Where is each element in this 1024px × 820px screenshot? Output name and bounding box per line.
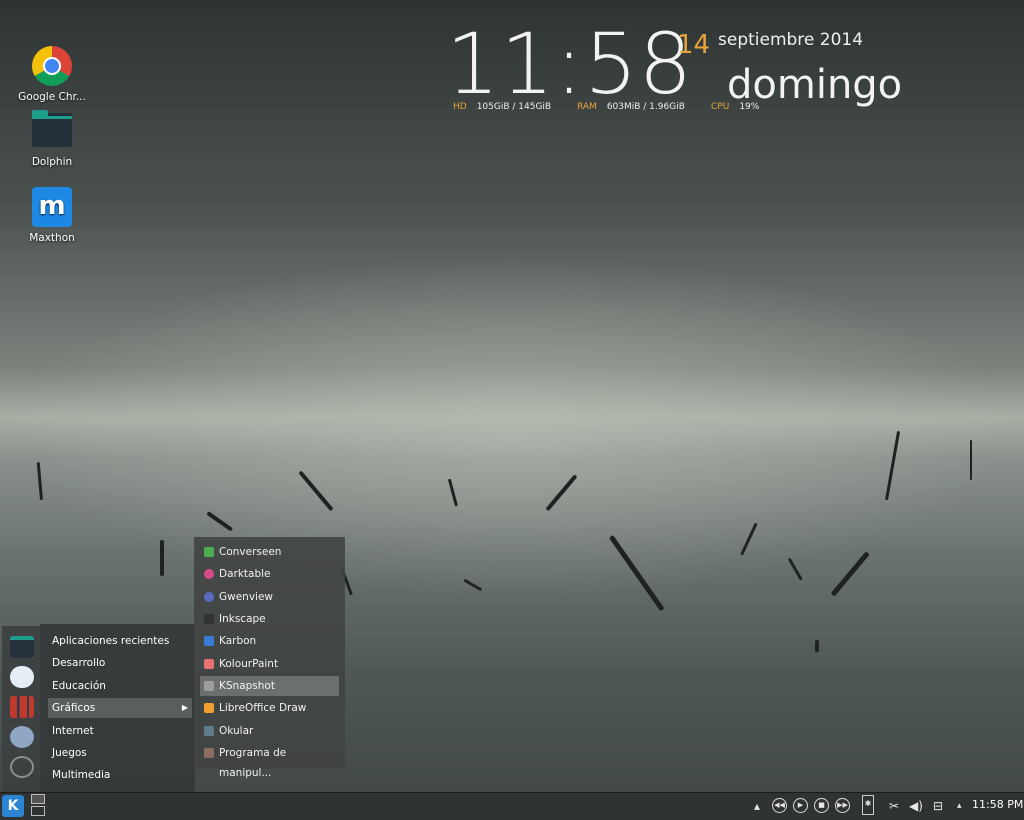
submenu-item[interactable]: Karbon	[200, 631, 339, 651]
menu-category-education[interactable]: Educación	[48, 676, 192, 696]
inkscape-icon	[204, 614, 214, 624]
folder-icon	[32, 110, 72, 147]
menu-category-label: Internet	[52, 725, 94, 737]
cpu-value: 19%	[739, 102, 760, 112]
hd-label: HD	[453, 102, 467, 112]
gwenview-icon	[204, 592, 214, 602]
next-track-icon[interactable]: ▶▶	[835, 798, 850, 813]
menu-category-multimedia[interactable]: Multimedia	[48, 765, 192, 785]
ram-label: RAM	[577, 102, 597, 112]
okular-icon	[204, 726, 214, 736]
darktable-icon	[204, 569, 214, 579]
chrome-icon	[32, 46, 72, 86]
kolourpaint-icon	[204, 659, 214, 669]
menu-category-label: Educación	[52, 680, 106, 692]
menu-category-recent[interactable]: Aplicaciones recientes	[48, 631, 192, 651]
menu-category-development[interactable]: Desarrollo	[48, 653, 192, 673]
menu-category-graphics[interactable]: Gráficos ▶	[48, 698, 192, 718]
maxthon-icon: m	[32, 187, 72, 227]
cpu-label: CPU	[711, 102, 730, 112]
desktop-icon-label: Maxthon	[29, 232, 75, 244]
ksnapshot-icon	[204, 681, 214, 691]
submenu-item[interactable]: Programa de manipul...	[200, 743, 339, 779]
menu-category-label: Multimedia	[52, 769, 111, 781]
books-icon[interactable]	[10, 696, 34, 718]
menu-category-label: Juegos	[52, 747, 87, 759]
submenu-item[interactable]: KolourPaint	[200, 654, 339, 674]
network-icon[interactable]: ⊟	[933, 798, 943, 814]
chevron-right-icon: ▶	[181, 703, 188, 712]
menu-category-label: Desarrollo	[52, 657, 106, 669]
stop-icon[interactable]: ■	[814, 798, 829, 813]
submenu-item[interactable]: Inkscape	[200, 609, 339, 629]
menu-sidebar	[2, 626, 40, 792]
submenu-item[interactable]: KSnapshot	[200, 676, 339, 696]
converseen-icon	[204, 547, 214, 557]
libreoffice-draw-icon	[204, 703, 214, 713]
scissors-icon[interactable]: ✂	[889, 798, 899, 814]
submenu-item[interactable]: LibreOffice Draw	[200, 698, 339, 718]
clock-time: 11:58	[446, 15, 694, 113]
menu-category-label: Gráficos	[52, 702, 96, 714]
previous-track-icon[interactable]: ◀◀	[772, 798, 787, 813]
menu-categories: Aplicaciones recientes Desarrollo Educac…	[40, 624, 195, 792]
compass-icon[interactable]	[10, 726, 34, 748]
karbon-icon	[204, 636, 214, 646]
virtual-desktop-2[interactable]	[31, 806, 45, 816]
ram-usage: RAM 603MiB / 1.96GiB	[577, 102, 685, 112]
desktop-icon-chrome[interactable]: Google Chr...	[12, 46, 92, 103]
clock-day: 14	[677, 30, 711, 60]
tray-expand-icon[interactable]: ▴	[754, 798, 760, 814]
submenu-item[interactable]: Gwenview	[200, 587, 339, 607]
folder-icon[interactable]	[10, 636, 34, 658]
menu-category-internet[interactable]: Internet	[48, 721, 192, 741]
menu-category-label: Aplicaciones recientes	[52, 635, 170, 647]
desktop-icon-dolphin[interactable]: Dolphin	[12, 110, 92, 168]
kde-connect-icon[interactable]: ✱	[862, 795, 874, 815]
virtual-desktop-1[interactable]	[31, 794, 45, 804]
hd-value: 105GiB / 145GiB	[476, 102, 552, 112]
desktop-icon-maxthon[interactable]: m Maxthon	[12, 187, 92, 244]
graphics-submenu: Converseen Darktable Gwenview Inkscape K…	[194, 537, 345, 779]
gimp-icon	[204, 748, 214, 758]
menu-category-games[interactable]: Juegos	[48, 743, 192, 763]
weather-icon[interactable]	[10, 666, 34, 688]
volume-icon[interactable]: ◀)	[909, 798, 923, 814]
taskbar-clock[interactable]: 11:58 PM	[972, 798, 1023, 811]
application-launcher-button[interactable]: K	[2, 795, 24, 817]
ram-value: 603MiB / 1.96GiB	[606, 102, 685, 112]
play-icon[interactable]: ▶	[793, 798, 808, 813]
desktop-icon-label: Dolphin	[31, 156, 73, 168]
submenu-item[interactable]: Darktable	[200, 564, 339, 584]
clock-month-year: septiembre 2014	[718, 30, 864, 50]
submenu-item[interactable]: Converseen	[200, 542, 339, 562]
settings-icon[interactable]	[10, 756, 34, 778]
cpu-usage: CPU 19%	[711, 102, 759, 112]
desktop-icon-label: Google Chr...	[18, 91, 86, 103]
submenu-item[interactable]: Okular	[200, 721, 339, 741]
hd-usage: HD 105GiB / 145GiB	[453, 102, 551, 112]
tray-arrow-icon[interactable]: ▴	[957, 798, 962, 814]
